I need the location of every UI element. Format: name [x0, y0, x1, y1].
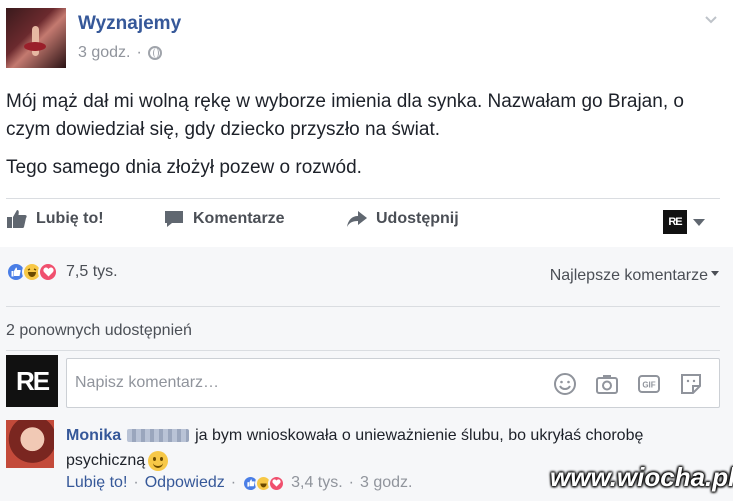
comment-sort-label: Najlepsze komentarze	[549, 267, 708, 284]
comment-reaction-count: 3,4 tys.	[291, 474, 343, 491]
comment-icon	[165, 211, 183, 227]
post-meta: 3 godz. ·	[78, 44, 162, 62]
reaction-count: 7,5 tys.	[66, 263, 118, 280]
comment-author[interactable]: Monika	[66, 427, 121, 444]
commenter-avatar[interactable]	[6, 420, 54, 468]
share-button[interactable]: Udostępnij	[346, 209, 459, 229]
post-text: Mój mąż dał mi wolną rękę w wyborze imie…	[6, 88, 706, 192]
page-name[interactable]: Wyznajemy	[78, 13, 181, 35]
like-label: Lubię to!	[36, 210, 104, 227]
reactions-summary[interactable]: 7,5 tys.	[6, 262, 118, 282]
post-paragraph: Mój mąż dał mi wolną rękę w wyborze imie…	[6, 91, 684, 140]
composer-avatar: RE	[6, 355, 58, 407]
svg-text:GIF: GIF	[642, 381, 655, 390]
caret-down-icon	[693, 218, 705, 226]
like-button[interactable]: Lubię to!	[6, 209, 104, 229]
comment-label: Komentarze	[193, 210, 285, 227]
camera-icon[interactable]	[595, 372, 619, 396]
comment-input[interactable]	[75, 371, 535, 395]
post-paragraph: Tego samego dnia złożył pozew o rozwód.	[6, 157, 362, 178]
meta-separator: ·	[136, 44, 142, 61]
page-avatar[interactable]	[6, 8, 66, 68]
comment-reactions[interactable]	[242, 474, 286, 492]
divider	[6, 198, 720, 199]
blurred-surname	[127, 429, 190, 443]
gif-icon[interactable]: GIF	[637, 372, 661, 396]
thumbs-up-icon	[7, 210, 27, 228]
site-watermark: www.wiocha.pl	[550, 462, 733, 492]
separator: ·	[133, 474, 139, 491]
avatar-finger	[32, 26, 39, 56]
comment-reply-link[interactable]: Odpowiedz	[145, 474, 225, 492]
separator: ·	[348, 474, 354, 491]
share-arrow-icon	[347, 211, 367, 227]
post-time[interactable]: 3 godz.	[78, 44, 130, 62]
caret-down-icon	[711, 270, 719, 276]
comment-composer[interactable]: GIF	[66, 358, 720, 408]
page-badge: RE	[663, 210, 687, 234]
sticker-icon[interactable]	[679, 372, 703, 396]
smiley-emoji-icon	[148, 450, 169, 471]
comment-button[interactable]: Komentarze	[163, 209, 285, 229]
globe-icon[interactable]	[147, 46, 162, 60]
divider	[6, 306, 720, 307]
comment-time[interactable]: 3 godz.	[360, 474, 412, 492]
comment-actions: Lubię to! · Odpowiedz · 3,4 tys. · 3 god…	[66, 474, 412, 492]
share-label: Udostępnij	[376, 210, 459, 227]
divider	[6, 350, 720, 351]
action-bar: Lubię to! Komentarze Udostępnij RE	[0, 200, 733, 242]
separator: ·	[230, 474, 237, 491]
shares-link[interactable]: 2 ponownych udostępnień	[6, 322, 192, 340]
chevron-down-icon[interactable]	[704, 12, 718, 26]
comment-sort-dropdown[interactable]: Najlepsze komentarze	[550, 267, 719, 285]
love-reaction-icon	[38, 262, 58, 282]
post-header: Wyznajemy 3 godz. ·	[0, 0, 733, 80]
avatar-lips	[24, 42, 46, 51]
emoji-icon[interactable]	[553, 372, 577, 396]
comment-like-link[interactable]: Lubię to!	[66, 474, 127, 492]
love-reaction-icon	[268, 474, 286, 492]
page-voice-switcher[interactable]: RE	[663, 210, 705, 234]
